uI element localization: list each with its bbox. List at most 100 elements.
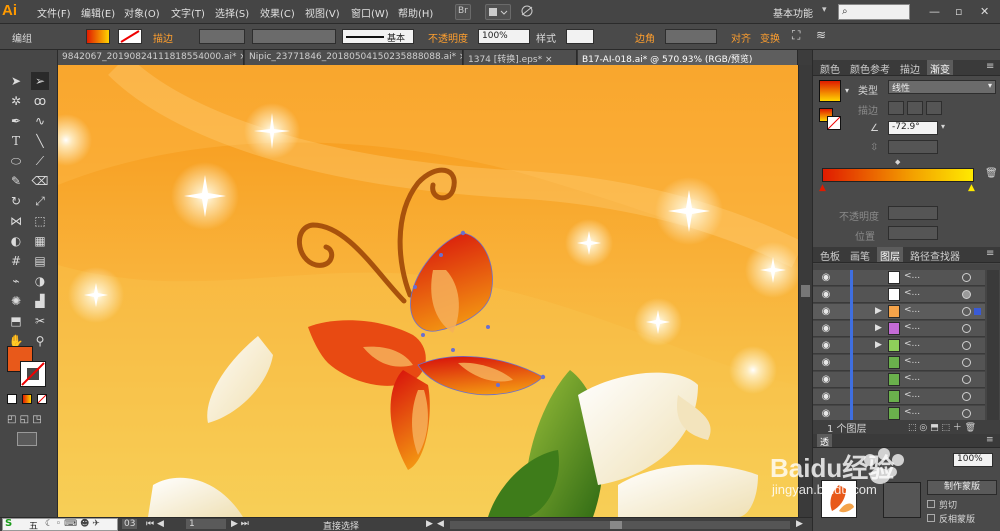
tab-stroke[interactable]: 描边: [897, 60, 923, 76]
maximize-button[interactable]: ▫: [955, 5, 962, 18]
aspect-ratio-field[interactable]: [888, 140, 938, 154]
artboard-canvas[interactable]: [58, 65, 798, 517]
artboard-next-icon[interactable]: ▶ ⏭: [231, 519, 249, 529]
eyedropper-tool-icon[interactable]: ⌁: [7, 272, 25, 290]
menu-object[interactable]: 对象(O): [124, 5, 160, 20]
target-circle-icon[interactable]: [962, 307, 971, 316]
menu-type[interactable]: 文字(T): [171, 5, 205, 20]
variable-width-profile[interactable]: [252, 29, 336, 44]
isolate-group-icon[interactable]: ⛶: [792, 28, 800, 43]
menu-effect[interactable]: 效果(C): [260, 5, 295, 20]
visibility-eye-icon[interactable]: ◉: [820, 408, 832, 419]
expand-triangle-icon[interactable]: ▶: [875, 306, 882, 316]
tab-color-guide[interactable]: 颜色参考: [847, 60, 893, 76]
tab-layers[interactable]: 图层: [877, 247, 903, 263]
pencil-tool-icon[interactable]: ✎: [7, 172, 25, 190]
graphic-style-picker[interactable]: [566, 29, 594, 44]
visibility-eye-icon[interactable]: ◉: [820, 289, 832, 300]
target-circle-icon[interactable]: [962, 341, 971, 350]
magic-wand-tool-icon[interactable]: ✲: [7, 92, 25, 110]
symbol-sprayer-tool-icon[interactable]: ✺: [7, 292, 25, 310]
blend-tool-icon[interactable]: ◑: [31, 272, 49, 290]
layer-row-selected[interactable]: ◉ ▶ <...: [813, 304, 985, 320]
gradient-mode-icon[interactable]: [22, 394, 32, 404]
stroke-gradient-option-3[interactable]: [926, 101, 942, 115]
layer-actions-icons[interactable]: ⬚ ◎ ⬒ ⬚ ＋ 🗑: [908, 420, 976, 433]
workspace-switcher[interactable]: 基本功能: [773, 5, 813, 20]
layer-row[interactable]: ◉ <...: [813, 287, 985, 303]
stroke-gradient-option-1[interactable]: [888, 101, 904, 115]
tab-pathfinder[interactable]: 路径查找器: [907, 247, 963, 263]
draw-mode-icons[interactable]: ◰ ◱ ◳: [7, 414, 47, 426]
status-menu-icon[interactable]: ▶: [426, 519, 433, 529]
none-mode-icon[interactable]: [37, 394, 47, 404]
gradient-angle-field[interactable]: -72.9°: [888, 121, 938, 135]
scrollbar-thumb[interactable]: [801, 285, 810, 297]
stroke-gradient-option-2[interactable]: [907, 101, 923, 115]
target-circle-icon[interactable]: [962, 358, 971, 367]
lasso-tool-icon[interactable]: ꝏ: [31, 92, 49, 110]
stop-opacity-field[interactable]: [888, 206, 938, 220]
artboard-tool-icon[interactable]: ⬒: [7, 312, 25, 330]
artboard-number-field[interactable]: 1: [186, 519, 226, 529]
rotate-tool-icon[interactable]: ↻: [7, 192, 25, 210]
gradient-stop-end[interactable]: ▲: [968, 183, 975, 193]
menu-select[interactable]: 选择(S): [215, 5, 249, 20]
chevron-down-icon[interactable]: ▾: [845, 86, 849, 95]
zoom-tool-icon[interactable]: ⚲: [31, 332, 49, 350]
free-transform-tool-icon[interactable]: ⬚: [31, 212, 49, 230]
menu-edit[interactable]: 编辑(E): [81, 5, 115, 20]
chevron-down-icon[interactable]: ▾: [941, 122, 945, 131]
expand-triangle-icon[interactable]: ▶: [875, 340, 882, 350]
target-circle-icon[interactable]: [962, 409, 971, 418]
menu-file[interactable]: 文件(F): [37, 5, 71, 20]
stroke-mini-swatch[interactable]: [827, 116, 841, 130]
tab-color[interactable]: 颜色: [817, 60, 843, 76]
delete-stop-icon[interactable]: 🗑: [985, 168, 998, 179]
opacity-field[interactable]: 100%: [478, 29, 530, 44]
column-graph-tool-icon[interactable]: ▟: [31, 292, 49, 310]
tab-document-1[interactable]: 9842067_20190824111818554000.ai* ×: [58, 50, 244, 65]
target-circle-icon[interactable]: [962, 324, 971, 333]
target-circle-icon[interactable]: [962, 273, 971, 282]
stroke-weight-field[interactable]: [199, 29, 245, 44]
visibility-eye-icon[interactable]: ◉: [820, 306, 832, 317]
panel-menu-icon[interactable]: ≋: [816, 28, 826, 42]
slice-tool-icon[interactable]: ✂: [31, 312, 49, 330]
menu-window[interactable]: 窗口(W): [351, 5, 389, 20]
gradient-type-select[interactable]: 线性 ▾: [888, 80, 996, 94]
mesh-tool-icon[interactable]: #: [7, 252, 25, 270]
stop-location-field[interactable]: [888, 226, 938, 240]
visibility-eye-icon[interactable]: ◉: [820, 357, 832, 368]
menu-help[interactable]: 帮助(H): [398, 5, 433, 20]
panel-menu-icon[interactable]: ≡: [983, 60, 997, 75]
visibility-eye-icon[interactable]: ◉: [820, 340, 832, 351]
arrange-documents-icon[interactable]: [485, 4, 511, 20]
tab-document-active[interactable]: B17-AI-018.ai* @ 570.93% (RGB/预览): [578, 50, 798, 65]
visibility-eye-icon[interactable]: ◉: [820, 272, 832, 283]
layer-row[interactable]: ◉ ▶ <...: [813, 321, 985, 337]
layer-row[interactable]: ◉ ▶ <...: [813, 338, 985, 354]
align-button[interactable]: 对齐: [731, 30, 751, 45]
visibility-eye-icon[interactable]: ◉: [820, 391, 832, 402]
artboard-prev-icon[interactable]: ⏮ ◀: [146, 519, 164, 529]
width-tool-icon[interactable]: ⋈: [7, 212, 25, 230]
sync-icon[interactable]: [518, 4, 538, 20]
perspective-grid-tool-icon[interactable]: ▦: [31, 232, 49, 250]
layer-row[interactable]: ◉ <...: [813, 355, 985, 371]
fill-swatch[interactable]: [86, 29, 110, 44]
color-mode-icon[interactable]: [7, 394, 17, 404]
chevron-down-icon[interactable]: ▾: [822, 5, 827, 15]
transform-button[interactable]: 变换: [760, 30, 780, 45]
layers-scrollbar[interactable]: [987, 270, 999, 420]
hscroll-left-icon[interactable]: ◀: [437, 519, 444, 529]
zoom-field[interactable]: 03: [122, 519, 138, 529]
corner-radius-field[interactable]: [665, 29, 717, 44]
opacity-label[interactable]: 不透明度: [428, 30, 468, 45]
paintbrush-tool-icon[interactable]: ⟋: [31, 152, 49, 170]
stroke-color-swatch[interactable]: [20, 361, 46, 387]
scale-tool-icon[interactable]: ⤢: [31, 192, 49, 210]
target-circle-icon[interactable]: [962, 290, 971, 299]
tab-gradient[interactable]: 渐变: [927, 60, 953, 76]
stroke-swatch[interactable]: [118, 29, 142, 44]
